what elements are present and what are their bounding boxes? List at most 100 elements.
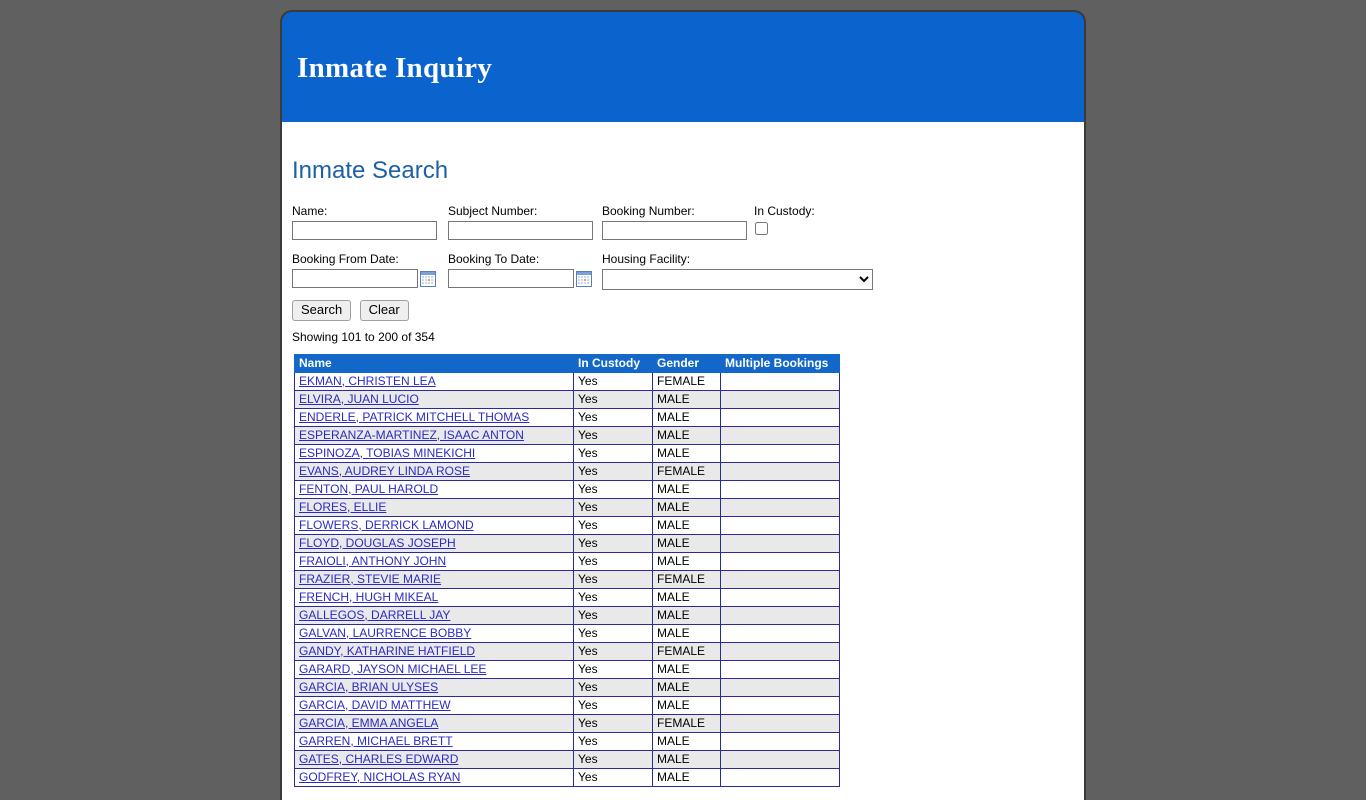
inmate-name-link[interactable]: EKMAN, CHRISTEN LEA — [299, 374, 436, 388]
main-content: Inmate Search Name: Subject Number: Book… — [292, 122, 1078, 787]
cell-gender: MALE — [652, 606, 721, 625]
inmate-name-link[interactable]: GALLEGOS, DARRELL JAY — [299, 608, 450, 622]
cell-in-custody: Yes — [573, 444, 653, 463]
inmate-name-link[interactable]: GATES, CHARLES EDWARD — [299, 752, 458, 766]
field-booking-number: Booking Number: — [602, 204, 747, 240]
cell-multiple-bookings — [720, 606, 840, 625]
inmate-name-link[interactable]: FLORES, ELLIE — [299, 500, 386, 514]
cell-in-custody: Yes — [573, 516, 653, 535]
cell-name: EVANS, AUDREY LINDA ROSE — [294, 462, 574, 481]
table-row: GATES, CHARLES EDWARD Yes MALE — [294, 750, 840, 769]
inmate-name-link[interactable]: GALVAN, LAURRENCE BOBBY — [299, 626, 471, 640]
inmate-name-link[interactable]: GARREN, MICHAEL BRETT — [299, 734, 453, 748]
search-button[interactable]: Search — [292, 300, 352, 321]
cell-multiple-bookings — [720, 480, 840, 499]
cell-gender: MALE — [652, 678, 721, 697]
booking-to-date-label: Booking To Date: — [448, 252, 540, 266]
cell-in-custody: Yes — [573, 660, 653, 679]
cell-gender: MALE — [652, 660, 721, 679]
inmate-name-link[interactable]: GARCIA, DAVID MATTHEW — [299, 698, 451, 712]
booking-from-date-input[interactable] — [292, 269, 418, 288]
cell-in-custody: Yes — [573, 588, 653, 607]
field-booking-to-date: Booking To Date: — [448, 252, 592, 288]
cell-name: FLOYD, DOUGLAS JOSEPH — [294, 534, 574, 553]
cell-gender: MALE — [652, 444, 721, 463]
inmate-name-link[interactable]: FRENCH, HUGH MIKEAL — [299, 590, 438, 604]
column-header-gender[interactable]: Gender — [652, 354, 721, 373]
cell-name: GARCIA, EMMA ANGELA — [294, 714, 574, 733]
column-header-multiple-bookings[interactable]: Multiple Bookings — [720, 354, 840, 373]
inmate-name-link[interactable]: FENTON, PAUL HAROLD — [299, 482, 438, 496]
table-row: ESPERANZA-MARTINEZ, ISAAC ANTON Yes MALE — [294, 426, 840, 445]
inmate-name-link[interactable]: EVANS, AUDREY LINDA ROSE — [299, 464, 470, 478]
cell-name: GARCIA, DAVID MATTHEW — [294, 696, 574, 715]
table-row: FRAIOLI, ANTHONY JOHN Yes MALE — [294, 552, 840, 571]
cell-multiple-bookings — [720, 444, 840, 463]
housing-facility-select[interactable] — [602, 269, 873, 290]
table-row: ENDERLE, PATRICK MITCHELL THOMAS Yes MALE — [294, 408, 840, 427]
inmate-name-link[interactable]: FLOYD, DOUGLAS JOSEPH — [299, 536, 456, 550]
field-housing-facility: Housing Facility: — [602, 252, 873, 290]
cell-gender: MALE — [652, 480, 721, 499]
cell-gender: MALE — [652, 552, 721, 571]
field-in-custody: In Custody: — [754, 204, 815, 238]
booking-number-input[interactable] — [602, 221, 747, 240]
page-container: Inmate Inquiry Inmate Search Name: Subje… — [280, 10, 1086, 800]
booking-to-date-input[interactable] — [448, 269, 574, 288]
calendar-icon[interactable] — [420, 270, 436, 287]
inmate-name-link[interactable]: GARCIA, EMMA ANGELA — [299, 716, 438, 730]
cell-gender: MALE — [652, 498, 721, 517]
table-row: GALLEGOS, DARRELL JAY Yes MALE — [294, 606, 840, 625]
cell-name: GATES, CHARLES EDWARD — [294, 750, 574, 769]
inmate-name-link[interactable]: FLOWERS, DERRICK LAMOND — [299, 518, 474, 532]
cell-in-custody: Yes — [573, 606, 653, 625]
cell-name: GANDY, KATHARINE HATFIELD — [294, 642, 574, 661]
table-row: GODFREY, NICHOLAS RYAN Yes MALE — [294, 768, 840, 787]
cell-gender: MALE — [652, 768, 721, 787]
inmate-name-link[interactable]: GARCIA, BRIAN ULYSES — [299, 680, 438, 694]
table-row: GARARD, JAYSON MICHAEL LEE Yes MALE — [294, 660, 840, 679]
inmate-name-link[interactable]: FRAZIER, STEVIE MARIE — [299, 572, 441, 586]
cell-gender: FEMALE — [652, 714, 721, 733]
table-row: GANDY, KATHARINE HATFIELD Yes FEMALE — [294, 642, 840, 661]
name-input[interactable] — [292, 221, 437, 240]
inmate-name-link[interactable]: ESPINOZA, TOBIAS MINEKICHI — [299, 446, 475, 460]
cell-in-custody: Yes — [573, 732, 653, 751]
cell-name: FRENCH, HUGH MIKEAL — [294, 588, 574, 607]
section-title: Inmate Search — [292, 157, 449, 184]
subject-number-input[interactable] — [448, 221, 593, 240]
cell-multiple-bookings — [720, 678, 840, 697]
table-row: ELVIRA, JUAN LUCIO Yes MALE — [294, 390, 840, 409]
clear-button[interactable]: Clear — [359, 300, 409, 321]
cell-gender: MALE — [652, 534, 721, 553]
page-title: Inmate Inquiry — [297, 52, 493, 84]
field-subject-number: Subject Number: — [448, 204, 593, 240]
cell-gender: MALE — [652, 588, 721, 607]
cell-multiple-bookings — [720, 498, 840, 517]
column-header-in-custody[interactable]: In Custody — [573, 354, 653, 373]
inmate-name-link[interactable]: GARARD, JAYSON MICHAEL LEE — [299, 662, 486, 676]
cell-name: ENDERLE, PATRICK MITCHELL THOMAS — [294, 408, 574, 427]
inmate-name-link[interactable]: ELVIRA, JUAN LUCIO — [299, 392, 419, 406]
cell-gender: MALE — [652, 696, 721, 715]
inmate-name-link[interactable]: ENDERLE, PATRICK MITCHELL THOMAS — [299, 410, 529, 424]
app-header: Inmate Inquiry — [280, 10, 1086, 122]
cell-gender: MALE — [652, 408, 721, 427]
inmate-name-link[interactable]: FRAIOLI, ANTHONY JOHN — [299, 554, 446, 568]
in-custody-checkbox[interactable] — [755, 222, 768, 235]
cell-in-custody: Yes — [573, 408, 653, 427]
table-row: FLOYD, DOUGLAS JOSEPH Yes MALE — [294, 534, 840, 553]
inmate-name-link[interactable]: GODFREY, NICHOLAS RYAN — [299, 770, 460, 784]
cell-multiple-bookings — [720, 462, 840, 481]
inmate-name-link[interactable]: GANDY, KATHARINE HATFIELD — [299, 644, 475, 658]
cell-name: ESPERANZA-MARTINEZ, ISAAC ANTON — [294, 426, 574, 445]
inmate-name-link[interactable]: ESPERANZA-MARTINEZ, ISAAC ANTON — [299, 428, 524, 442]
cell-gender: FEMALE — [652, 570, 721, 589]
column-header-name[interactable]: Name — [294, 354, 574, 373]
table-row: GALVAN, LAURRENCE BOBBY Yes MALE — [294, 624, 840, 643]
cell-name: FENTON, PAUL HAROLD — [294, 480, 574, 499]
calendar-icon[interactable] — [576, 270, 592, 287]
cell-gender: MALE — [652, 750, 721, 769]
cell-gender: FEMALE — [652, 462, 721, 481]
search-form: Name: Subject Number: Booking Number: In… — [292, 204, 1078, 787]
